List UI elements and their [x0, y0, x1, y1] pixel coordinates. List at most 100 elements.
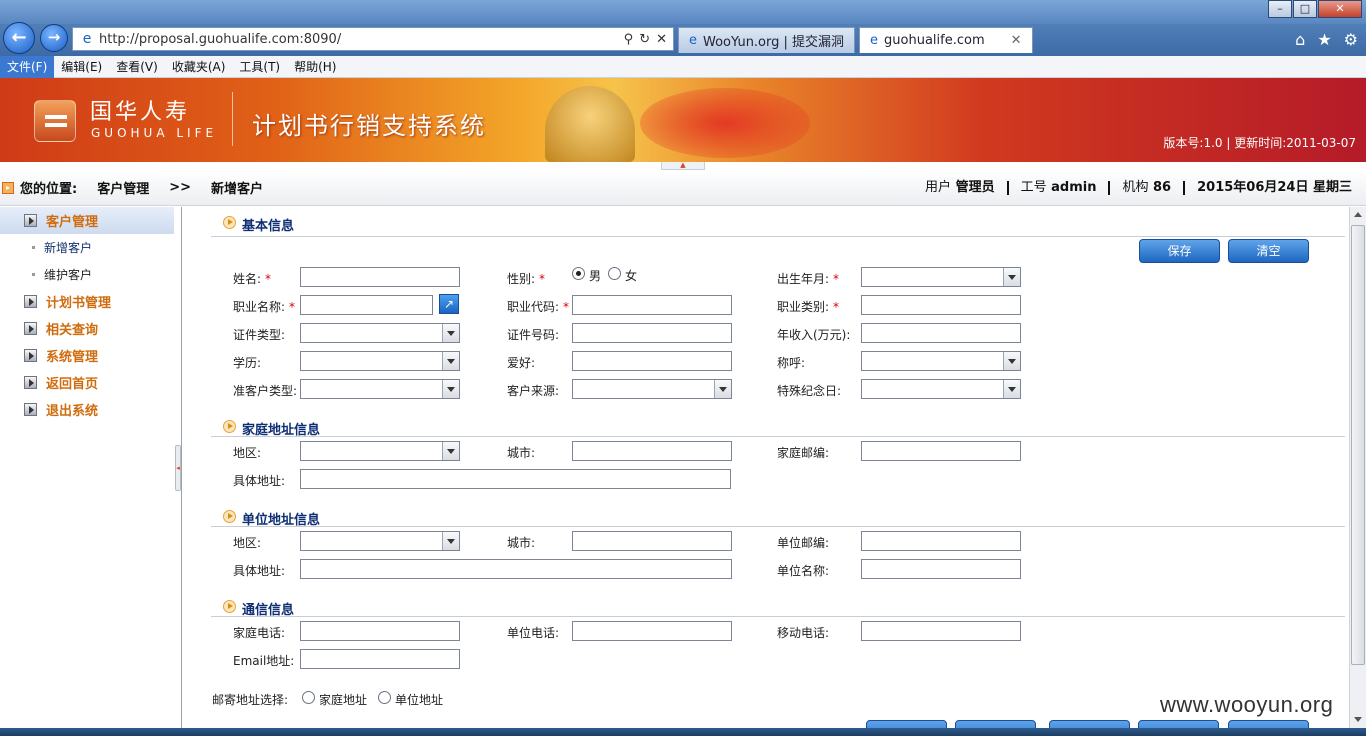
work-city-input[interactable]	[572, 531, 732, 551]
income-input[interactable]	[861, 323, 1021, 343]
mail-work-radio[interactable]	[378, 691, 391, 704]
education-select[interactable]	[300, 351, 460, 371]
work-address-input[interactable]	[300, 559, 732, 579]
id-type-select[interactable]	[300, 323, 460, 343]
gender-male-radio[interactable]	[572, 267, 585, 280]
forward-button[interactable]: →	[40, 24, 68, 52]
sidebar-item-customer[interactable]: 客户管理	[0, 207, 174, 234]
job-picker-icon[interactable]: ↗	[439, 294, 459, 314]
location-icon: ▸	[2, 181, 14, 194]
label-work-city: 城市:	[507, 536, 536, 550]
minimize-icon[interactable]: –	[1268, 0, 1292, 18]
scroll-up-icon[interactable]	[1350, 207, 1366, 223]
label-home-zip: 家庭邮编:	[777, 446, 830, 460]
browser-chrome: – □ ✕ ← → e http://proposal.guohualife.c…	[0, 0, 1366, 56]
menu-tools[interactable]: 工具(T)	[232, 56, 287, 78]
work-zip-input[interactable]	[861, 531, 1021, 551]
breadcrumb-separator: >>	[169, 180, 192, 195]
source-select[interactable]	[572, 379, 732, 399]
hobby-input[interactable]	[572, 351, 732, 371]
scroll-thumb[interactable]	[1351, 225, 1365, 665]
title-select[interactable]	[861, 351, 1021, 371]
breadcrumb-customer: 客户管理	[97, 182, 150, 197]
sidebar-sub-new-customer[interactable]: 新增客户	[0, 234, 174, 261]
chevron-down-icon	[1003, 268, 1020, 286]
menu-favorites[interactable]: 收藏夹(A)	[165, 56, 233, 78]
home-zip-input[interactable]	[861, 441, 1021, 461]
section-divider	[211, 526, 1345, 527]
favorites-star-icon[interactable]: ★	[1317, 30, 1331, 49]
collapse-sidebar-handle[interactable]: ◂	[175, 445, 181, 491]
label-source: 客户来源:	[507, 384, 560, 398]
mobile-input[interactable]	[861, 621, 1021, 641]
maximize-icon[interactable]: □	[1293, 0, 1317, 18]
address-bar[interactable]: e http://proposal.guohualife.com:8090/ ⚲…	[72, 27, 674, 51]
banner-divider	[232, 92, 233, 146]
section-divider	[211, 436, 1345, 437]
refresh-icon[interactable]: ↻	[639, 32, 650, 47]
anniversary-select[interactable]	[861, 379, 1021, 399]
sidebar-item-plan[interactable]: 计划书管理	[0, 288, 174, 315]
home-city-input[interactable]	[572, 441, 732, 461]
tab-guohualife[interactable]: e guohualife.com ✕	[859, 27, 1033, 53]
section-arrow-icon	[223, 216, 236, 229]
menu-help[interactable]: 帮助(H)	[287, 56, 343, 78]
job-code-input[interactable]	[572, 295, 732, 315]
id-number-input[interactable]	[572, 323, 732, 343]
menu-file[interactable]: 文件(F)	[0, 55, 55, 78]
url-text[interactable]: http://proposal.guohualife.com:8090/	[99, 32, 624, 47]
vertical-scrollbar[interactable]	[1349, 207, 1366, 736]
home-region-select[interactable]	[300, 441, 460, 461]
scroll-down-icon[interactable]	[1350, 712, 1366, 728]
gender-female-radio[interactable]	[608, 267, 621, 280]
birth-select[interactable]	[861, 267, 1021, 287]
clear-button[interactable]: 清空	[1228, 239, 1309, 263]
tab-close-icon[interactable]: ✕	[1011, 33, 1022, 48]
prospect-type-select[interactable]	[300, 379, 460, 399]
expand-icon	[24, 295, 37, 308]
home-icon[interactable]: ⌂	[1295, 30, 1305, 49]
window-controls: – □ ✕	[1267, 0, 1362, 18]
close-icon[interactable]: ✕	[1318, 0, 1362, 18]
sidebar-item-system[interactable]: 系统管理	[0, 342, 174, 369]
sidebar-item-query[interactable]: 相关查询	[0, 315, 174, 342]
job-name-input[interactable]	[300, 295, 433, 315]
tab-wooyun[interactable]: e WooYun.org | 提交漏洞	[678, 27, 856, 53]
work-phone-input[interactable]	[572, 621, 732, 641]
stop-icon[interactable]: ✕	[656, 32, 667, 47]
section-divider	[211, 616, 1345, 617]
job-type-input[interactable]	[861, 295, 1021, 315]
label-name: 姓名: *	[233, 272, 272, 286]
work-name-input[interactable]	[861, 559, 1021, 579]
menu-edit[interactable]: 编辑(E)	[54, 56, 109, 78]
back-button[interactable]: ←	[3, 22, 35, 54]
menu-view[interactable]: 查看(V)	[109, 56, 165, 78]
expand-icon	[24, 349, 37, 362]
mail-home-radio[interactable]	[302, 691, 315, 704]
chevron-down-icon	[442, 442, 459, 460]
home-address-input[interactable]	[300, 469, 731, 489]
sidebar-item-home[interactable]: 返回首页	[0, 369, 174, 396]
expand-icon	[24, 322, 37, 335]
home-phone-input[interactable]	[300, 621, 460, 641]
chevron-down-icon	[442, 532, 459, 550]
label-hobby: 爱好:	[507, 356, 536, 370]
label-home-city: 城市:	[507, 446, 536, 460]
label-work-region: 地区:	[233, 536, 262, 550]
save-button[interactable]: 保存	[1139, 239, 1220, 263]
gear-icon[interactable]: ⚙	[1344, 30, 1358, 49]
expand-icon	[24, 214, 37, 227]
company-name-cn: 国华人寿	[90, 100, 191, 125]
sidebar-item-logout[interactable]: 退出系统	[0, 396, 174, 423]
search-icon[interactable]: ⚲	[624, 32, 634, 47]
name-input[interactable]	[300, 267, 460, 287]
sidebar-sub-maintain-customer[interactable]: 维护客户	[0, 261, 174, 288]
ie-tab-icon: e	[870, 33, 879, 48]
work-region-select[interactable]	[300, 531, 460, 551]
email-input[interactable]	[300, 649, 460, 669]
collapse-header-handle[interactable]: ▲	[661, 162, 705, 170]
label-job-code: 职业代码: *	[507, 300, 570, 314]
employee-id-cell: 工号 admin	[1006, 181, 1109, 195]
menu-bar: 文件(F) 编辑(E) 查看(V) 收藏夹(A) 工具(T) 帮助(H)	[0, 55, 1366, 78]
label-id-type: 证件类型:	[233, 328, 286, 342]
